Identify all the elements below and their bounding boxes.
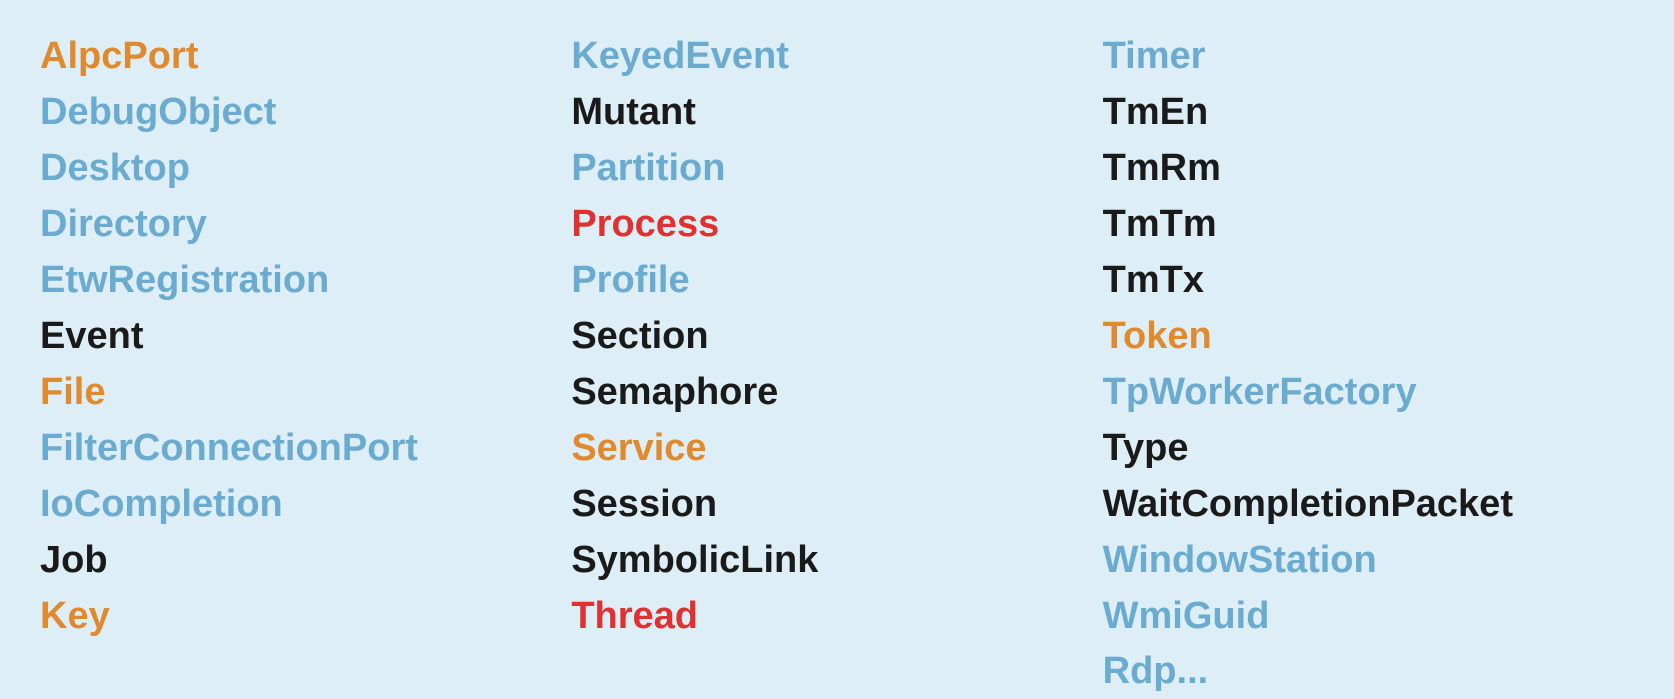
list-item: Key: [40, 590, 571, 644]
list-item: TmTm: [1103, 198, 1634, 252]
list-item: Process: [571, 198, 1102, 252]
list-item: FilterConnectionPort: [40, 422, 571, 476]
list-item: WmiGuid: [1103, 590, 1634, 644]
list-item: Section: [571, 310, 1102, 364]
list-item: Directory: [40, 198, 571, 252]
list-item: TmTx: [1103, 254, 1634, 308]
column-3: TimerTmEnTmRmTmTmTmTxTokenTpWorkerFactor…: [1103, 30, 1634, 646]
list-item: SymbolicLink: [571, 534, 1102, 588]
column-1: AlpcPortDebugObjectDesktopDirectoryEtwRe…: [40, 30, 571, 646]
list-item: TmEn: [1103, 86, 1634, 140]
list-item: Token: [1103, 310, 1634, 364]
list-item: DebugObject: [40, 86, 571, 140]
main-container: AlpcPortDebugObjectDesktopDirectoryEtwRe…: [0, 0, 1674, 676]
list-item: Service: [571, 422, 1102, 476]
list-item: Timer: [1103, 30, 1634, 84]
list-item: Type: [1103, 422, 1634, 476]
list-item: TpWorkerFactory: [1103, 366, 1634, 420]
list-item: Semaphore: [571, 366, 1102, 420]
list-item: WindowStation: [1103, 534, 1634, 588]
list-item: Thread: [571, 590, 1102, 644]
list-item: Mutant: [571, 86, 1102, 140]
list-item: Event: [40, 310, 571, 364]
list-item: Rdp...: [1103, 645, 1634, 699]
list-item: Profile: [571, 254, 1102, 308]
column-2: KeyedEventMutantPartitionProcessProfileS…: [571, 30, 1102, 646]
list-item: Desktop: [40, 142, 571, 196]
list-item: Partition: [571, 142, 1102, 196]
list-item: IoCompletion: [40, 478, 571, 532]
list-item: WaitCompletionPacket: [1103, 478, 1634, 532]
list-item: File: [40, 366, 571, 420]
list-item: Session: [571, 478, 1102, 532]
list-item: AlpcPort: [40, 30, 571, 84]
list-item: EtwRegistration: [40, 254, 571, 308]
list-item: KeyedEvent: [571, 30, 1102, 84]
list-item: TmRm: [1103, 142, 1634, 196]
list-item: Job: [40, 534, 571, 588]
